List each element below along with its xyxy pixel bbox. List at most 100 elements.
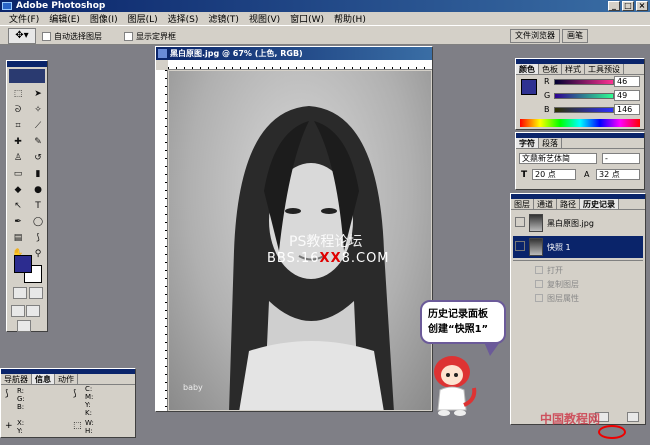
tab-swatches[interactable]: 色板 [539,64,562,74]
checkbox-box[interactable] [124,32,133,41]
tab-info[interactable]: 信息 [32,374,55,384]
show-bounds-checkbox[interactable]: 显示定界框 [124,31,176,42]
maximize-button[interactable]: □ [622,1,634,11]
tab-actions[interactable]: 动作 [55,374,78,384]
checkbox-box[interactable] [42,32,51,41]
menu-file[interactable]: 文件(F) [4,12,44,25]
history-brush-icon[interactable]: ↺ [29,151,47,165]
quick-mask-button[interactable] [29,287,43,299]
history-step[interactable]: 复制图层 [513,278,643,290]
gradient-icon[interactable]: ▮ [29,167,47,181]
type-icon[interactable]: T [29,199,47,213]
g-slider[interactable] [554,93,614,99]
file-browser-well[interactable]: 文件浏览器 [510,29,560,43]
document-icon [158,49,167,58]
open-step-icon [535,266,543,274]
vertical-ruler[interactable] [156,70,168,411]
photoshop-logo-icon[interactable] [9,69,45,83]
lasso-icon[interactable]: ᘐ [9,103,27,117]
g-label: G [544,91,551,100]
move-icon[interactable]: ➤ [29,87,47,101]
horizontal-ruler[interactable] [168,60,432,70]
toolbox-header[interactable] [7,61,47,67]
auto-select-checkbox[interactable]: 自动选择图层 [42,31,102,42]
crop-icon[interactable]: ⌗ [9,119,27,133]
b-value[interactable]: 146 [614,104,640,115]
eraser-icon[interactable]: ▭ [9,167,27,181]
crosshair-icon: + [5,421,13,431]
eyedropper-icon[interactable]: ⟆ [29,231,47,245]
notes-icon[interactable]: ▤ [9,231,27,245]
g-value[interactable]: 49 [614,90,640,101]
tab-navigator[interactable]: 导航器 [1,374,32,384]
tab-color[interactable]: 颜色 [516,64,539,74]
tool-preset-picker[interactable]: ✥▾ [8,28,36,44]
leading-field[interactable]: 32 点 [596,169,640,180]
pen-icon[interactable]: ✒ [9,215,27,229]
tab-history[interactable]: 历史记录 [580,199,619,209]
menu-window[interactable]: 窗口(W) [285,12,329,25]
history-source-icon[interactable] [515,217,525,227]
options-bar: ✥▾ 自动选择图层 显示定界框 文件浏览器 画笔 [0,25,650,45]
menu-layer[interactable]: 图层(L) [123,12,163,25]
document-titlebar[interactable]: 黑白原图.jpg @ 67% (上色, RGB) [156,47,432,60]
canvas-photo[interactable]: PS教程论坛 BBS.16XX8.COM baby [169,71,431,410]
info-cmyk: C: M: Y: K: [85,385,94,417]
font-style-select[interactable]: - [602,153,640,164]
menu-filter[interactable]: 滤镜(T) [203,12,244,25]
tab-styles[interactable]: 样式 [562,64,585,74]
app-title: Adobe Photoshop [16,1,106,11]
callout-line-2: 创建“快照1” [428,324,489,335]
tab-tool-presets[interactable]: 工具预设 [585,64,624,74]
move-tool-icon: ✥▾ [15,30,29,41]
history-source-icon[interactable] [515,241,525,251]
clone-stamp-icon[interactable]: ♙ [9,151,27,165]
toolbox: ⬚ ➤ ᘐ ✧ ⌗ ⟋ ✚ ✎ ♙ ↺ ▭ ▮ ◆ ● ↖ T ✒ ◯ ▤ ⟆ … [6,60,48,332]
b-slider[interactable] [554,107,614,113]
history-snapshot-original[interactable]: 黑白原图.jpg [513,212,643,234]
menu-view[interactable]: 视图(V) [244,12,285,25]
menu-edit[interactable]: 编辑(E) [44,12,85,25]
history-snapshot-1[interactable]: 快照 1 [513,236,643,258]
delete-state-icon[interactable] [627,412,639,422]
menu-image[interactable]: 图像(I) [85,12,123,25]
shape-icon[interactable]: ◯ [29,215,47,229]
minimize-button[interactable]: _ [608,1,620,11]
font-size-field[interactable]: 20 点 [532,169,576,180]
menu-select[interactable]: 选择(S) [163,12,204,25]
color-ramp[interactable] [520,119,640,127]
r-value[interactable]: 46 [614,76,640,87]
blur-icon[interactable]: ◆ [9,183,27,197]
tab-channels[interactable]: 通道 [534,199,557,209]
eyedropper-info-icon: ⟆ [5,389,9,399]
dodge-icon[interactable]: ● [29,183,47,197]
r-slider[interactable] [554,79,614,85]
standard-mode-button[interactable] [13,287,27,299]
mascot-character [434,356,477,416]
history-step[interactable]: 打开 [513,264,643,276]
path-selection-icon[interactable]: ↖ [9,199,27,213]
foreground-color-swatch[interactable] [14,255,32,273]
close-button[interactable]: × [636,1,648,11]
magic-wand-icon[interactable]: ✧ [29,103,47,117]
tab-paths[interactable]: 路径 [557,199,580,209]
slice-icon[interactable]: ⟋ [29,119,47,133]
brushes-well[interactable]: 画笔 [562,29,588,43]
app-titlebar: Adobe Photoshop _ □ × [0,0,650,12]
navigator-info-panel: 导航器 信息 动作 ⟆ R: G: B: ⟆ C: M: Y: K: + X: … [0,368,136,438]
color-panel: 颜色 色板 样式 工具预设 R 46 G 49 B 146 [515,58,645,130]
tab-layers[interactable]: 图层 [511,199,534,209]
brush-icon[interactable]: ✎ [29,135,47,149]
screen-mode-standard[interactable] [11,305,25,317]
screen-mode-full[interactable] [26,305,40,317]
healing-brush-icon[interactable]: ✚ [9,135,27,149]
menu-help[interactable]: 帮助(H) [329,12,371,25]
history-step[interactable]: 图层属性 [513,292,643,304]
tab-paragraph[interactable]: 段落 [539,138,562,148]
font-family-select[interactable]: 文鼎新艺体简 [519,153,597,164]
marquee-icon[interactable]: ⬚ [9,87,27,101]
jump-to-imageready-button[interactable] [17,320,31,332]
tab-character[interactable]: 字符 [516,138,539,148]
color-fg-swatch[interactable] [521,79,537,95]
baby-badge: baby [183,383,203,392]
